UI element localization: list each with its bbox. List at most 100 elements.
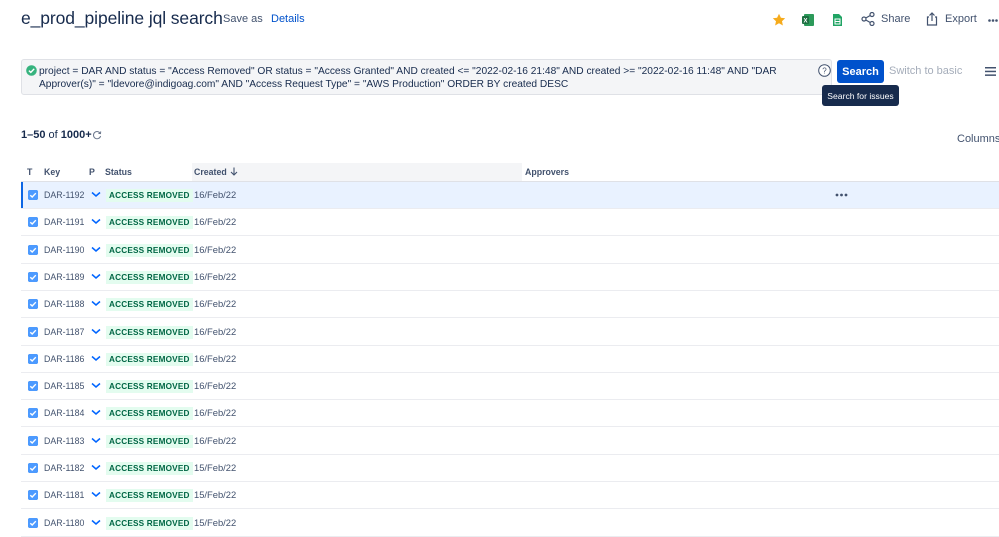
task-type-icon — [28, 326, 38, 337]
details-link[interactable]: Details — [271, 13, 305, 25]
issue-key-link[interactable]: DAR-1191 — [44, 217, 84, 227]
table-row[interactable]: DAR-1189 ACCESS REMOVED 16/Feb/22 — [21, 264, 999, 291]
task-type-icon — [28, 381, 38, 392]
table-row[interactable]: DAR-1184 ACCESS REMOVED 16/Feb/22 — [21, 400, 999, 428]
issue-key-link[interactable]: DAR-1186 — [44, 354, 84, 364]
created-date: 16/Feb/22 — [194, 189, 237, 200]
status-badge[interactable]: ACCESS REMOVED — [106, 189, 193, 202]
status-badge[interactable]: ACCESS REMOVED — [106, 434, 193, 448]
created-date: 16/Feb/22 — [194, 243, 237, 255]
refresh-icon[interactable] — [92, 130, 102, 140]
share-button[interactable]: Share — [861, 12, 910, 26]
table-row[interactable]: DAR-1180 ACCESS REMOVED 15/Feb/22 — [21, 510, 999, 537]
more-actions-icon[interactable] — [988, 19, 998, 22]
table-row[interactable]: DAR-1186 ACCESS REMOVED 16/Feb/22 — [21, 346, 999, 373]
status-badge[interactable]: ACCESS REMOVED — [106, 462, 193, 475]
check-circle-icon — [26, 65, 37, 76]
table-row[interactable]: DAR-1183 ACCESS REMOVED 16/Feb/22 — [21, 428, 999, 455]
priority-low-icon — [91, 191, 101, 197]
jql-query-text[interactable]: project = DAR AND status = "Access Remov… — [39, 65, 815, 91]
table-row[interactable]: DAR-1182 ACCESS REMOVED 15/Feb/22 — [21, 455, 999, 482]
created-date: 16/Feb/22 — [194, 270, 237, 282]
search-button[interactable]: Search — [837, 60, 884, 83]
priority-low-icon — [91, 355, 101, 361]
created-date: 16/Feb/22 — [194, 298, 237, 310]
status-badge[interactable]: ACCESS REMOVED — [106, 298, 193, 312]
table-row[interactable]: DAR-1192 ACCESS REMOVED 16/Feb/22 — [21, 182, 999, 209]
issue-key-link[interactable]: DAR-1189 — [44, 272, 84, 282]
help-icon[interactable]: ? — [818, 64, 831, 77]
priority-low-icon — [91, 383, 101, 389]
table-row[interactable]: DAR-1188 ACCESS REMOVED 16/Feb/22 — [21, 291, 999, 319]
task-type-icon — [28, 435, 38, 446]
google-sheets-icon[interactable] — [830, 13, 844, 27]
status-badge[interactable]: ACCESS REMOVED — [106, 516, 193, 530]
created-date: 16/Feb/22 — [194, 434, 237, 446]
priority-low-icon — [91, 519, 101, 525]
issue-key-link[interactable]: DAR-1184 — [44, 408, 84, 418]
status-badge[interactable]: ACCESS REMOVED — [106, 216, 193, 230]
result-count: 1–50 of 1000+ — [21, 129, 92, 141]
status-badge[interactable]: ACCESS REMOVED — [106, 243, 193, 257]
save-as-button[interactable]: Save as — [223, 13, 263, 25]
task-type-icon — [28, 190, 38, 200]
col-header-created[interactable]: Created — [194, 167, 227, 177]
issue-key-link[interactable]: DAR-1187 — [44, 327, 84, 337]
issue-key-link[interactable]: DAR-1188 — [44, 299, 84, 309]
created-date: 15/Feb/22 — [194, 462, 237, 473]
page-title: e_prod_pipeline jql search — [21, 8, 223, 28]
col-header-approvers[interactable]: Approvers — [525, 167, 569, 177]
share-label: Share — [881, 13, 911, 25]
issue-key-link[interactable]: DAR-1182 — [44, 463, 84, 473]
status-badge[interactable]: ACCESS REMOVED — [106, 380, 193, 394]
created-date: 16/Feb/22 — [194, 216, 237, 228]
priority-low-icon — [91, 246, 101, 252]
task-type-icon — [28, 217, 38, 228]
sort-descending-icon[interactable] — [230, 167, 238, 176]
table-row[interactable]: DAR-1185 ACCESS REMOVED 16/Feb/22 — [21, 373, 999, 401]
task-type-icon — [28, 463, 38, 473]
export-button[interactable]: Export — [925, 12, 977, 26]
issue-key-link[interactable]: DAR-1192 — [44, 190, 84, 200]
priority-low-icon — [91, 410, 101, 416]
star-icon[interactable] — [772, 13, 786, 27]
table-row[interactable]: DAR-1181 ACCESS REMOVED 15/Feb/22 — [21, 482, 999, 510]
col-header-status[interactable]: Status — [105, 167, 132, 177]
status-badge[interactable]: ACCESS REMOVED — [106, 407, 193, 421]
issue-key-link[interactable]: DAR-1181 — [44, 490, 84, 500]
table-row[interactable]: DAR-1190 ACCESS REMOVED 16/Feb/22 — [21, 237, 999, 264]
task-type-icon — [28, 353, 38, 364]
excel-export-icon[interactable]: X — [801, 13, 815, 27]
priority-low-icon — [91, 273, 101, 279]
status-badge[interactable]: ACCESS REMOVED — [106, 489, 193, 503]
export-icon — [926, 12, 938, 26]
issue-key-link[interactable]: DAR-1180 — [44, 518, 84, 528]
status-badge[interactable]: ACCESS REMOVED — [106, 325, 193, 339]
export-label: Export — [945, 13, 977, 25]
issue-key-link[interactable]: DAR-1190 — [44, 245, 84, 255]
row-divider — [21, 535, 999, 537]
result-total: 1000+ — [60, 129, 92, 141]
status-badge[interactable]: ACCESS REMOVED — [106, 352, 193, 366]
col-header-key[interactable]: Key — [44, 167, 60, 177]
issue-key-link[interactable]: DAR-1185 — [44, 381, 84, 391]
created-column-header[interactable] — [192, 163, 522, 181]
result-range: 1–50 — [21, 129, 46, 141]
table-row[interactable]: DAR-1187 ACCESS REMOVED 16/Feb/22 — [21, 319, 999, 346]
row-actions-icon[interactable] — [835, 193, 848, 197]
task-type-icon — [28, 408, 38, 419]
menu-icon[interactable] — [985, 67, 996, 76]
col-header-priority[interactable]: P — [89, 167, 95, 177]
switch-to-basic-link[interactable]: Switch to basic — [889, 65, 962, 77]
columns-button[interactable]: Columns — [957, 133, 999, 145]
status-badge[interactable]: ACCESS REMOVED — [106, 270, 193, 284]
created-date: 15/Feb/22 — [194, 516, 237, 528]
share-icon — [861, 12, 875, 26]
svg-text:?: ? — [822, 66, 827, 75]
priority-low-icon — [91, 301, 101, 307]
search-tooltip: Search for issues — [822, 85, 899, 106]
table-row[interactable]: DAR-1191 ACCESS REMOVED 16/Feb/22 — [21, 209, 999, 237]
issue-key-link[interactable]: DAR-1183 — [44, 436, 84, 446]
col-header-type[interactable]: T — [27, 167, 32, 177]
jql-search-input[interactable]: project = DAR AND status = "Access Remov… — [21, 59, 832, 95]
